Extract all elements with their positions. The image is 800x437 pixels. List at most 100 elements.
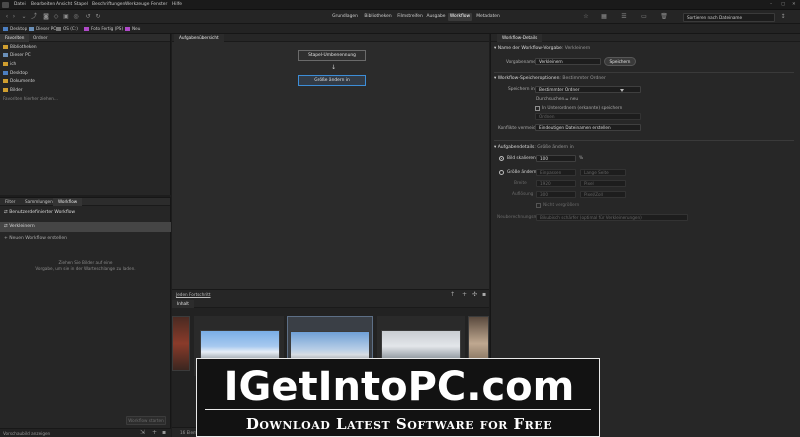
menu-hilfe[interactable]: Hilfe xyxy=(172,1,182,9)
menu-fenster[interactable]: Fenster xyxy=(151,1,167,9)
upsample-checkbox[interactable] xyxy=(536,203,541,208)
favorite-dokumente[interactable]: Dokumente xyxy=(3,78,35,85)
folder-icon xyxy=(3,61,8,66)
new-workflow-button[interactable]: + Neuen Workflow erstellen xyxy=(0,234,171,244)
minimize-icon[interactable]: – xyxy=(770,1,772,9)
workflow-item-verkleinern[interactable]: ⇄ Verkleinern xyxy=(0,222,171,232)
workflow-footer: Vorschaubild anzeigen ⇲ + ▪ xyxy=(0,428,171,437)
menu-bearbeiten[interactable]: Bearbeiten xyxy=(31,1,55,9)
breadcrumb-neu[interactable]: Neu xyxy=(125,25,140,33)
upsample-label: Nicht vergrößern xyxy=(543,203,580,208)
workflow-panel: Filter Sammlungen Workflow ⇄ Benutzerdef… xyxy=(0,197,171,437)
menu-stapel[interactable]: Stapel xyxy=(74,1,88,9)
width-unit-select[interactable]: Pixel xyxy=(580,180,626,187)
sort-select[interactable]: Sortieren nach Dateiname xyxy=(683,13,775,22)
close-icon[interactable]: ✕ xyxy=(792,1,796,9)
workspace-metadaten[interactable]: Metadaten xyxy=(474,13,502,21)
breadcrumb-os[interactable]: OS (C:) xyxy=(56,25,78,33)
resolution-input[interactable]: 300 xyxy=(536,191,576,198)
section-save-options[interactable]: ▾ Workflow-Speicheroptionen: Bestimmter … xyxy=(494,76,606,81)
scale-input[interactable]: 100 xyxy=(536,155,576,162)
maximize-icon[interactable]: ▢ xyxy=(781,1,785,9)
add-icon[interactable]: + xyxy=(152,429,157,436)
save-in-select[interactable]: Bestimmter Ordner xyxy=(535,86,641,93)
favorite-desktop[interactable]: Desktop xyxy=(3,70,28,77)
favorite-bibliotheken[interactable]: Bibliotheken xyxy=(3,44,37,51)
menu-ansicht[interactable]: Ansicht xyxy=(56,1,72,9)
tab-workflow[interactable]: Workflow xyxy=(53,198,83,206)
rotate-right-icon[interactable]: ↻ xyxy=(94,13,102,21)
workflow-item-custom[interactable]: ⇄ Benutzerdefinierter Workflow xyxy=(0,208,171,218)
tab-ordner[interactable]: Ordner xyxy=(28,34,53,42)
preset-name-input[interactable]: Verkleinern xyxy=(535,58,601,65)
camera-icon[interactable]: ◙ xyxy=(42,13,50,21)
workspace-grundlagen[interactable]: Grundlagen xyxy=(330,13,360,21)
width-input[interactable]: 1920 xyxy=(536,180,576,187)
menu-beschriftungen[interactable]: Beschriftungen xyxy=(92,1,125,9)
forward-icon[interactable]: › xyxy=(10,13,18,21)
banner-subtitle: Download Latest Software for Free xyxy=(245,415,553,433)
scale-radio[interactable] xyxy=(499,156,504,161)
tab-filter[interactable]: Filter xyxy=(0,198,20,206)
subfolder-input[interactable]: Ordnen xyxy=(535,113,641,120)
task-overview-panel: Aufgabenübersicht xyxy=(172,34,489,289)
arrow-down-icon: ↓ xyxy=(331,64,337,71)
scale-unit: % xyxy=(579,156,584,161)
folder-icon xyxy=(3,44,8,49)
progress-link[interactable]: Jeden Fortschritt xyxy=(176,292,211,297)
folder-up-icon[interactable]: ⤴ xyxy=(30,13,38,21)
favorite-ich[interactable]: ich xyxy=(3,61,16,68)
resolution-unit-select[interactable]: Pixel/Zoll xyxy=(580,191,626,198)
list-view-icon[interactable]: ☰ xyxy=(620,13,628,21)
resize-radio[interactable] xyxy=(499,170,504,175)
new-folder-icon[interactable]: ▭ xyxy=(640,13,648,21)
grid-view-icon[interactable]: ▦ xyxy=(600,13,608,21)
star-filter-icon[interactable]: ☆ xyxy=(582,13,590,21)
thumbnail-toggle[interactable]: Vorschaubild anzeigen xyxy=(3,431,50,436)
workspace-filmstreifen[interactable]: Filmstreifen xyxy=(396,13,424,21)
pin-icon[interactable]: ⇲ xyxy=(140,429,145,436)
resample-method-select[interactable]: Bikubisch schärfer (optimal für Verklein… xyxy=(536,214,688,221)
trash-icon[interactable]: ▪ xyxy=(482,291,486,298)
favorite-bilder[interactable]: Bilder xyxy=(3,87,22,94)
rotate-left-icon[interactable]: ↺ xyxy=(84,13,92,21)
trash-icon[interactable]: ▪ xyxy=(162,429,166,436)
browse-button[interactable]: Durchsuchen... xyxy=(536,97,568,102)
section-preset-name[interactable]: ▾ Name der Workflow-Vorgabe: Verkleinern xyxy=(494,46,590,51)
resize-side-select[interactable]: Lange Seite xyxy=(580,169,626,176)
breadcrumb-desktop[interactable]: Desktop xyxy=(3,25,27,33)
menu-werkzeuge[interactable]: Werkzeuge xyxy=(125,1,149,9)
workspace-bibliotheken[interactable]: Bibliotheken xyxy=(362,13,394,21)
move-icon[interactable]: ✣ xyxy=(472,291,477,298)
arrow-up-icon[interactable]: ↑ xyxy=(450,291,455,298)
tab-aufgabenuebersicht[interactable]: Aufgabenübersicht xyxy=(174,34,224,42)
thumbnail-image[interactable] xyxy=(172,316,190,371)
favorite-dieser-pc[interactable]: Dieser PC xyxy=(3,52,31,59)
tab-favoriten[interactable]: Favoriten xyxy=(0,34,30,42)
workspace-ausgabe[interactable]: Ausgabe xyxy=(426,13,446,21)
chevron-down-icon[interactable]: ⌄ xyxy=(20,13,28,21)
delete-icon[interactable]: 🗑 xyxy=(660,13,668,21)
breadcrumb-foto-fertig[interactable]: Foto Fertig (PS) xyxy=(84,25,123,33)
add-icon[interactable]: + xyxy=(462,291,467,298)
resize-mode-select[interactable]: Einpassen xyxy=(536,169,576,176)
tab-inhalt[interactable]: Inhalt xyxy=(172,300,194,308)
workspace-workflow[interactable]: Workflow xyxy=(448,13,472,21)
tab-workflow-details[interactable]: Workflow-Details xyxy=(497,34,543,42)
open-recent-icon[interactable]: ▣ xyxy=(62,13,70,21)
conflict-select[interactable]: Eindeutigen Dateinamen erstellen xyxy=(535,124,641,131)
refine-icon[interactable]: ◇ xyxy=(52,13,60,21)
subfolder-checkbox[interactable] xyxy=(535,106,540,111)
scale-label: Bild skalieren xyxy=(507,156,536,161)
section-task-details[interactable]: ▾ Aufgabendetails: Größe ändern in xyxy=(494,145,574,150)
banner-title: IGetIntoPC.com xyxy=(223,364,575,410)
run-workflow-button[interactable]: Workflow starten xyxy=(126,416,166,425)
sort-direction-icon[interactable]: ↕ xyxy=(779,13,787,21)
task-node-resize[interactable]: Größe ändern in xyxy=(298,75,366,86)
menu-datei[interactable]: Datei xyxy=(14,1,26,9)
save-button[interactable]: Speichern xyxy=(604,57,636,66)
task-node-rename[interactable]: Stapel-Umbenennung xyxy=(298,50,366,61)
camera-raw-icon[interactable]: ◎ xyxy=(72,13,80,21)
chevron-down-icon xyxy=(620,89,624,92)
breadcrumb-dieser-pc[interactable]: Dieser PC xyxy=(29,25,56,33)
